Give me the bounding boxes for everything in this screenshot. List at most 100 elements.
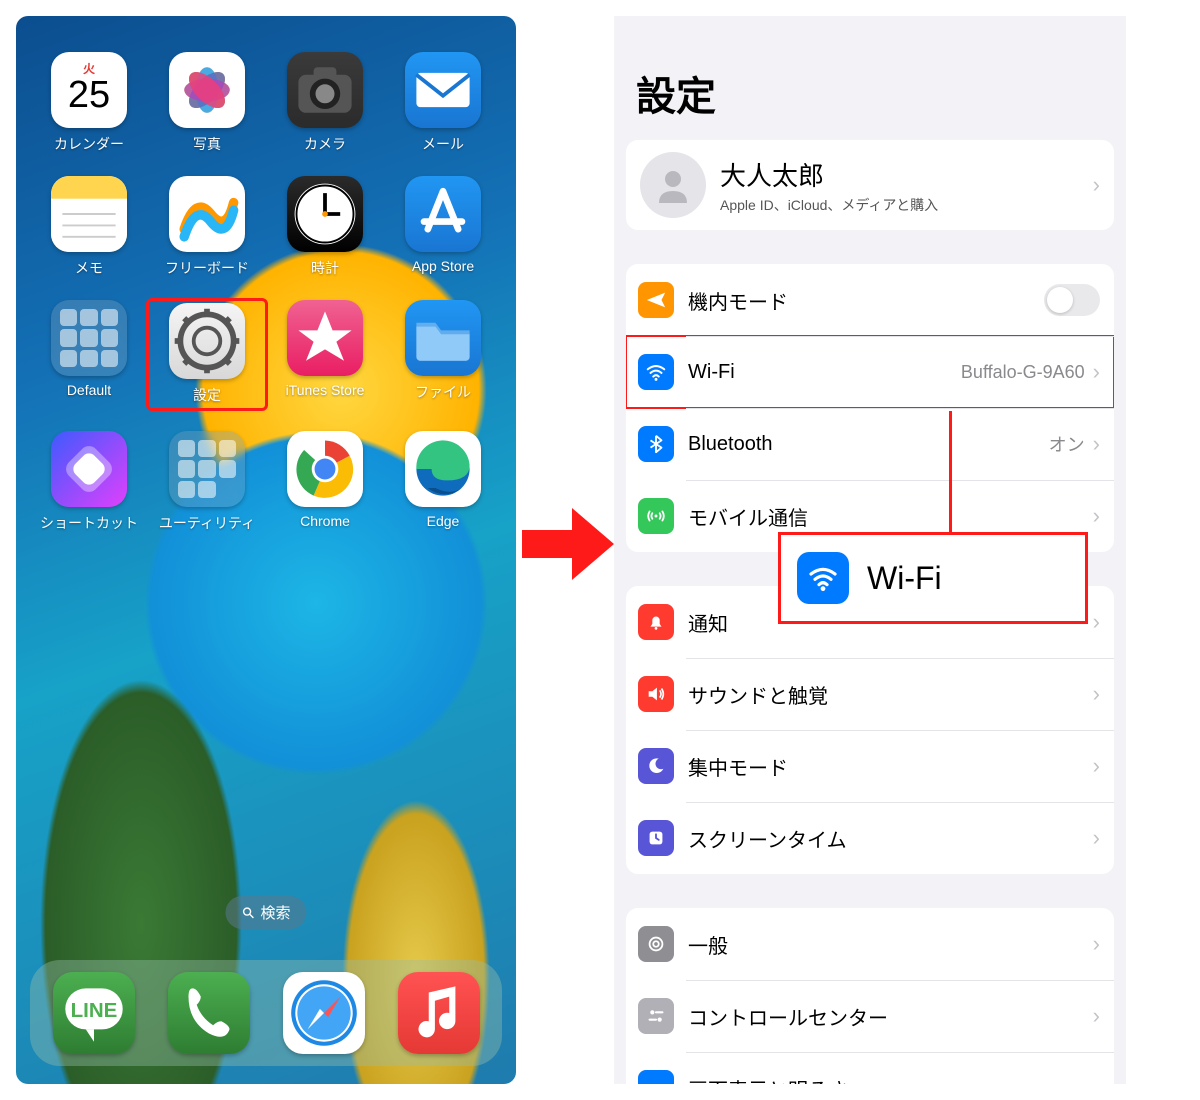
control-center-icon	[638, 998, 674, 1034]
chevron-right-icon: ›	[1093, 681, 1100, 707]
itunes-store-icon	[287, 300, 363, 376]
mail-icon	[405, 52, 481, 128]
page-title: 設定	[614, 16, 1126, 140]
app-label: Edge	[427, 513, 460, 529]
app-clock[interactable]: 時計	[266, 176, 384, 278]
calendar-day: 25	[68, 74, 110, 117]
app-edge[interactable]: Edge	[384, 431, 502, 533]
row-sounds[interactable]: サウンドと触覚 ›	[626, 658, 1114, 730]
app-appstore[interactable]: App Store	[384, 176, 502, 278]
app-label: 時計	[311, 258, 339, 278]
focus-icon	[638, 748, 674, 784]
wifi-icon	[638, 354, 674, 390]
row-airplane-mode[interactable]: 機内モード	[626, 264, 1114, 336]
app-calendar[interactable]: 火 25 カレンダー	[30, 52, 148, 154]
app-notes[interactable]: メモ	[30, 176, 148, 278]
app-camera[interactable]: カメラ	[266, 52, 384, 154]
freeform-icon	[169, 176, 245, 252]
wifi-network-value: Buffalo-G-9A60	[961, 362, 1085, 383]
profile-card: 大人太郎 Apple ID、iCloud、メディアと購入 ›	[626, 140, 1114, 230]
folder-utilities[interactable]: ユーティリティ	[148, 431, 266, 533]
app-label: カレンダー	[54, 134, 124, 154]
app-line[interactable]: LINE	[53, 972, 135, 1054]
row-label: 一般	[688, 930, 1093, 959]
app-label: ユーティリティ	[159, 513, 255, 533]
row-display[interactable]: AA 画面表示と明るさ ›	[626, 1052, 1114, 1084]
app-chrome[interactable]: Chrome	[266, 431, 384, 533]
app-label: メール	[422, 134, 464, 154]
chevron-right-icon: ›	[1093, 1003, 1100, 1029]
chevron-right-icon: ›	[1093, 503, 1100, 529]
notifications-icon	[638, 604, 674, 640]
airplane-icon	[638, 282, 674, 318]
app-label: ショートカット	[40, 513, 138, 533]
screentime-icon	[638, 820, 674, 856]
row-label: コントロールセンター	[688, 1002, 1093, 1031]
search-label: 検索	[260, 902, 290, 923]
app-photos[interactable]: 写真	[148, 52, 266, 154]
chevron-right-icon: ›	[1093, 609, 1100, 635]
app-label: 設定	[193, 385, 221, 405]
folder-icon	[169, 431, 245, 507]
chevron-right-icon: ›	[1093, 359, 1100, 385]
row-screentime[interactable]: スクリーンタイム ›	[626, 802, 1114, 874]
profile-row[interactable]: 大人太郎 Apple ID、iCloud、メディアと購入 ›	[626, 140, 1114, 230]
camera-icon	[287, 52, 363, 128]
calendar-dow: 火	[83, 60, 95, 77]
app-mail[interactable]: メール	[384, 52, 502, 154]
shortcuts-icon	[51, 431, 127, 507]
svg-text:LINE: LINE	[70, 999, 117, 1022]
row-label: 機内モード	[688, 286, 1044, 315]
chrome-icon	[287, 431, 363, 507]
app-shortcuts[interactable]: ショートカット	[30, 431, 148, 533]
row-general[interactable]: 一般 ›	[626, 908, 1114, 980]
row-label: サウンドと触覚	[688, 680, 1093, 709]
app-phone[interactable]	[168, 972, 250, 1054]
row-control-center[interactable]: コントロールセンター ›	[626, 980, 1114, 1052]
folder-default[interactable]: Default	[30, 300, 148, 409]
profile-subtitle: Apple ID、iCloud、メディアと購入	[720, 195, 1093, 215]
row-focus[interactable]: 集中モード ›	[626, 730, 1114, 802]
row-label: 集中モード	[688, 752, 1093, 781]
iphone-settings-screen: 設定 大人太郎 Apple ID、iCloud、メディアと購入 › 機内モード	[614, 16, 1126, 1084]
phone-icon	[168, 972, 250, 1054]
safari-icon	[283, 972, 365, 1054]
settings-icon	[169, 303, 245, 379]
app-label: カメラ	[304, 134, 346, 154]
app-itunes-store[interactable]: iTunes Store	[266, 300, 384, 409]
row-bluetooth[interactable]: Bluetooth オン ›	[626, 408, 1114, 480]
sounds-icon	[638, 676, 674, 712]
music-icon	[398, 972, 480, 1054]
app-settings-highlighted[interactable]: 設定	[148, 300, 266, 409]
files-icon	[405, 300, 481, 376]
app-label: ファイル	[415, 382, 471, 402]
app-music[interactable]	[398, 972, 480, 1054]
chevron-right-icon: ›	[1093, 1075, 1100, 1084]
bluetooth-icon	[638, 426, 674, 462]
app-label: Default	[67, 382, 111, 398]
display-icon: AA	[638, 1070, 674, 1084]
app-safari[interactable]	[283, 972, 365, 1054]
avatar	[640, 152, 706, 218]
search-icon	[241, 906, 255, 920]
arrow-right-icon	[522, 500, 614, 593]
notes-icon	[51, 176, 127, 252]
profile-name: 大人太郎	[720, 156, 1093, 193]
app-files[interactable]: ファイル	[384, 300, 502, 409]
photos-icon	[169, 52, 245, 128]
general-card: 一般 › コントロールセンター › AA 画面表示と明るさ › ホーム画面 ›	[626, 908, 1114, 1084]
row-wifi-highlighted[interactable]: Wi-Fi Buffalo-G-9A60 ›	[626, 336, 1114, 408]
wifi-icon	[797, 552, 849, 604]
app-label: メモ	[75, 258, 103, 278]
row-label: 画面表示と明るさ	[688, 1074, 1093, 1085]
app-freeform[interactable]: フリーボード	[148, 176, 266, 278]
edge-icon	[405, 431, 481, 507]
row-label: Wi-Fi	[688, 361, 961, 384]
chevron-right-icon: ›	[1093, 753, 1100, 779]
row-label: スクリーンタイム	[688, 824, 1093, 853]
callout-connector	[949, 411, 952, 533]
callout-label: Wi-Fi	[867, 560, 942, 597]
general-icon	[638, 926, 674, 962]
airplane-toggle[interactable]	[1044, 284, 1100, 316]
spotlight-search[interactable]: 検索	[225, 896, 306, 929]
